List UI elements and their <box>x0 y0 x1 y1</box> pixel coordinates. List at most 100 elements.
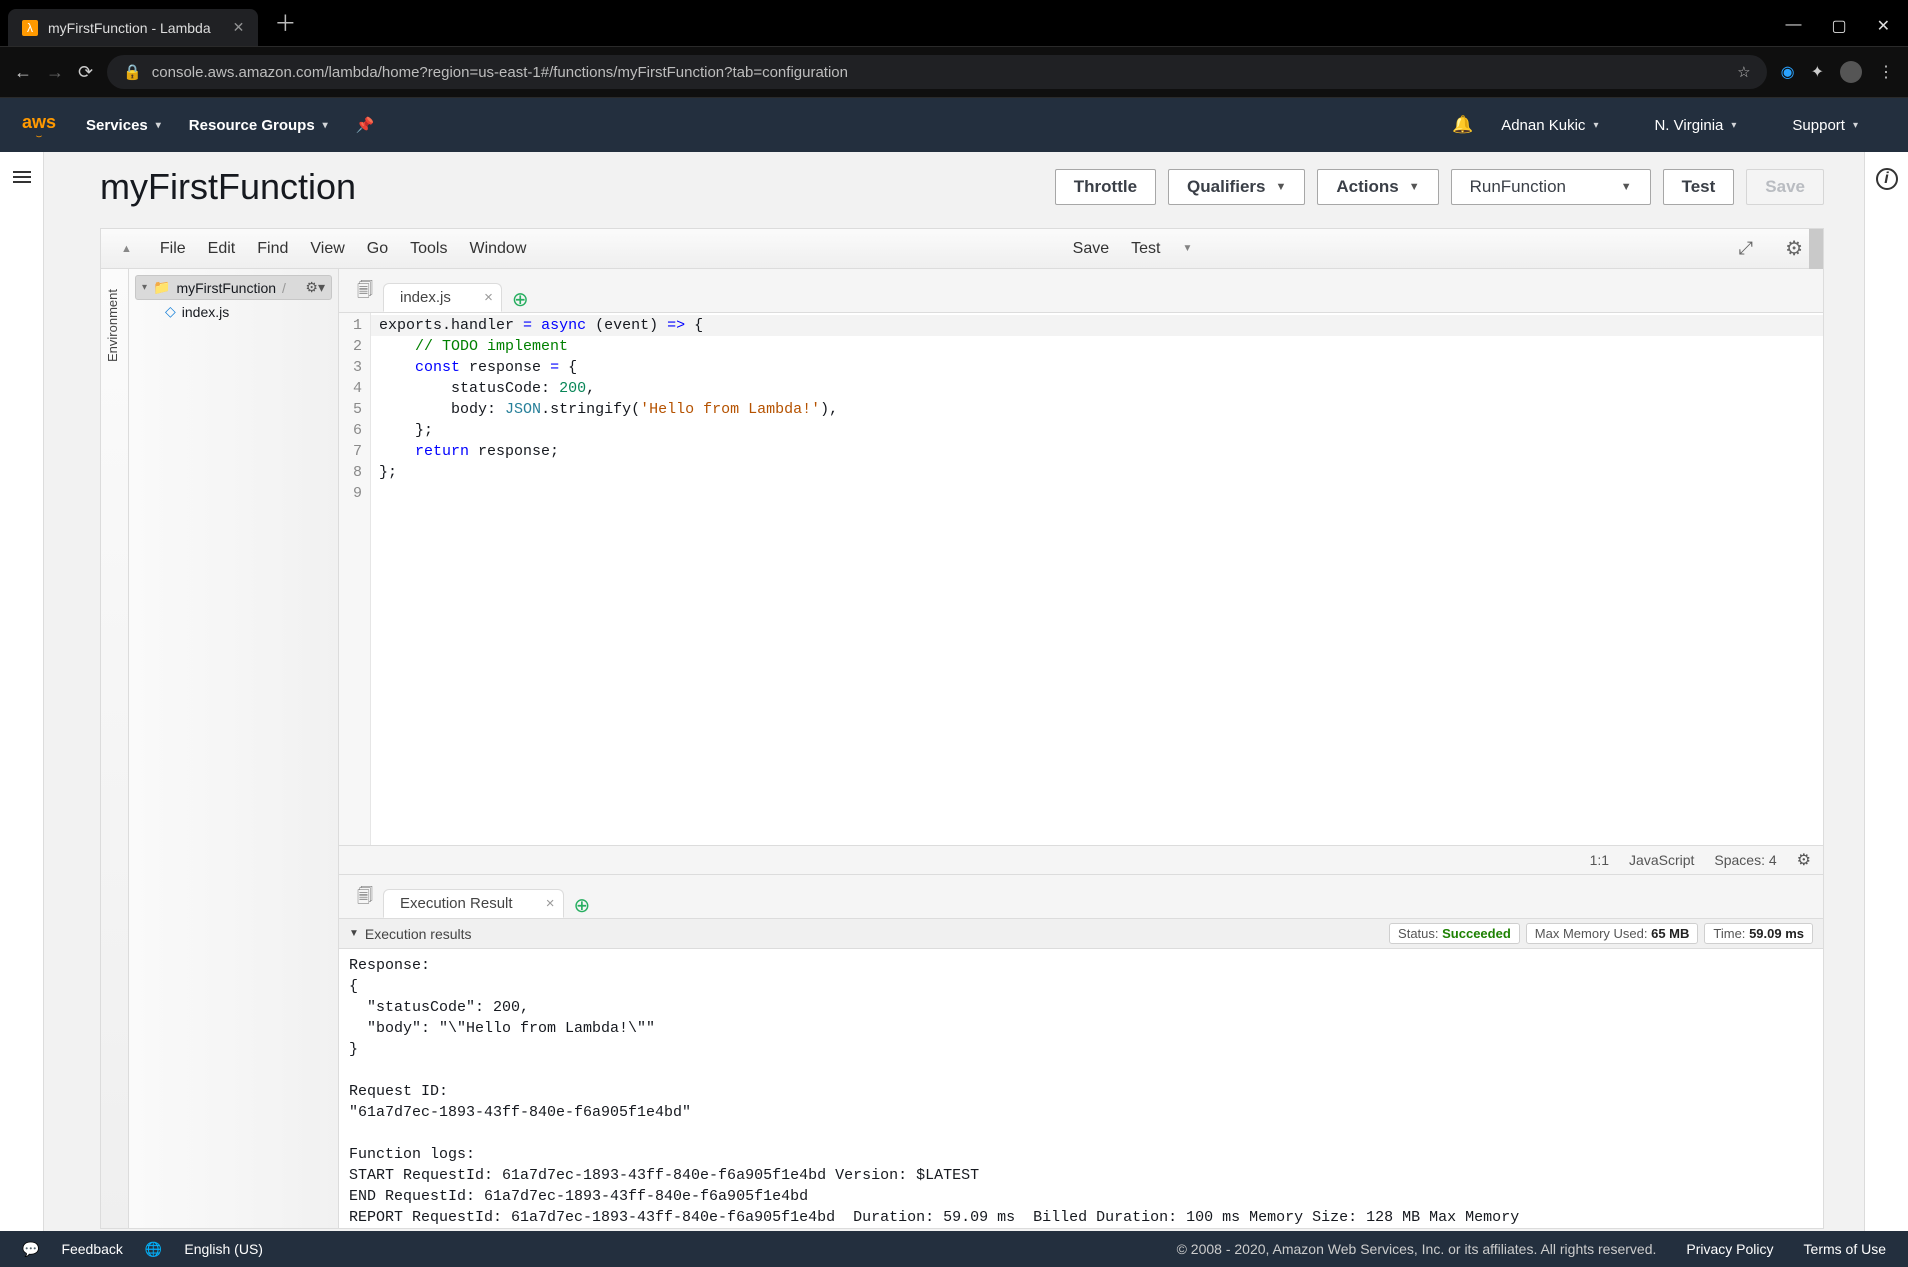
editor-column: 🗐 index.js × ⊕ 1 2 3 4 5 <box>339 269 1823 1228</box>
line-number: 4 <box>353 378 362 399</box>
bell-icon[interactable]: 🔔 <box>1452 115 1473 135</box>
services-menu[interactable]: Services ▾ <box>86 117 161 134</box>
address-bar[interactable]: 🔒 console.aws.amazon.com/lambda/home?reg… <box>107 55 1767 89</box>
star-icon[interactable]: ☆ <box>1737 63 1750 81</box>
minimize-icon[interactable]: — <box>1785 16 1801 36</box>
code-text: (event) <box>586 317 667 334</box>
folder-name: myFirstFunction <box>176 280 276 296</box>
chevron-down-icon: ▾ <box>1853 120 1858 131</box>
menu-window[interactable]: Window <box>469 240 526 258</box>
close-icon[interactable]: × <box>546 895 555 912</box>
services-label: Services <box>86 117 148 134</box>
ide-panel: ▲ File Edit Find View Go Tools Window Sa… <box>100 228 1824 1229</box>
menu-go[interactable]: Go <box>367 240 388 258</box>
region-menu[interactable]: N. Virginia ▾ <box>1654 117 1736 134</box>
menu-test[interactable]: Test <box>1131 240 1160 258</box>
line-gutter: 1 2 3 4 5 6 7 8 9 <box>339 313 371 845</box>
pin-icon[interactable]: 📌 <box>356 116 375 134</box>
browser-tab[interactable]: myFirstFunction - Lambda ✕ <box>8 9 258 46</box>
code-text: 'Hello from Lambda!' <box>640 401 820 418</box>
code-editor[interactable]: 1 2 3 4 5 6 7 8 9 exports.handler = asyn… <box>339 313 1823 845</box>
back-icon[interactable]: ← <box>14 62 32 83</box>
tab-list-icon[interactable]: 🗐 <box>347 273 383 312</box>
code-text: JSON <box>505 401 541 418</box>
forward-icon[interactable]: → <box>46 62 64 83</box>
hamburger-icon[interactable] <box>13 168 31 186</box>
chevron-down-icon[interactable]: ▼ <box>349 928 359 939</box>
memory-chip: Max Memory Used: 65 MB <box>1526 923 1699 944</box>
menu-edit[interactable]: Edit <box>208 240 236 258</box>
cursor-position[interactable]: 1:1 <box>1590 852 1609 868</box>
add-tab-icon[interactable]: ⊕ <box>502 287 539 312</box>
page-header: myFirstFunction Throttle Qualifiers▼ Act… <box>100 152 1824 228</box>
feedback-icon[interactable]: 💬 <box>22 1241 39 1258</box>
close-icon[interactable]: ✕ <box>233 19 245 36</box>
throttle-button[interactable]: Throttle <box>1055 169 1156 205</box>
code-text: response <box>460 359 550 376</box>
language-link[interactable]: English (US) <box>184 1241 263 1257</box>
results-panel: 🗐 Execution Result × ⊕ ▼ Execution resul… <box>339 874 1823 1228</box>
gear-icon[interactable]: ⚙ <box>1785 236 1803 261</box>
gear-icon[interactable]: ⚙ <box>1797 850 1811 870</box>
add-tab-icon[interactable]: ⊕ <box>564 893 601 918</box>
code-text: ), <box>820 401 838 418</box>
line-number: 3 <box>353 357 362 378</box>
code-text: const <box>415 359 460 376</box>
file-tree: ▾ 📁 myFirstFunction / ⚙▾ ◇ index.js <box>129 269 339 1228</box>
line-number: 8 <box>353 462 362 483</box>
extensions-puzzle-icon[interactable]: ✦ <box>1811 62 1824 82</box>
gear-icon[interactable]: ⚙▾ <box>305 279 325 296</box>
tree-folder[interactable]: ▾ 📁 myFirstFunction / ⚙▾ <box>135 275 332 300</box>
language-mode[interactable]: JavaScript <box>1629 852 1694 868</box>
code-text: => <box>667 317 685 334</box>
environment-tab[interactable]: Environment <box>101 269 129 1228</box>
status-label: Status: <box>1398 926 1438 941</box>
maximize-icon[interactable]: ▢ <box>1831 16 1846 36</box>
results-body[interactable]: Response: { "statusCode": 200, "body": "… <box>339 949 1823 1228</box>
indent-setting[interactable]: Spaces: 4 <box>1714 852 1776 868</box>
info-icon[interactable]: i <box>1876 168 1898 190</box>
aws-logo[interactable]: aws⌣ <box>22 112 56 139</box>
page-title: myFirstFunction <box>100 166 356 208</box>
browser-tab-title: myFirstFunction - Lambda <box>48 20 211 36</box>
new-tab-button[interactable]: ＋ <box>258 0 312 46</box>
editor-tab[interactable]: index.js × <box>383 283 502 312</box>
qualifiers-button[interactable]: Qualifiers▼ <box>1168 169 1305 205</box>
save-button[interactable]: Save <box>1746 169 1824 205</box>
menu-find[interactable]: Find <box>257 240 288 258</box>
chevron-down-icon[interactable]: ▼ <box>1182 243 1192 254</box>
close-window-icon[interactable]: ✕ <box>1877 16 1890 36</box>
reload-icon[interactable]: ⟳ <box>78 62 93 83</box>
menu-tools[interactable]: Tools <box>410 240 447 258</box>
actions-button[interactable]: Actions▼ <box>1317 169 1438 205</box>
tab-list-icon[interactable]: 🗐 <box>347 879 383 918</box>
collapse-icon[interactable]: ▲ <box>121 243 132 255</box>
tree-file[interactable]: ◇ index.js <box>135 300 332 323</box>
close-icon[interactable]: × <box>484 289 493 306</box>
profile-avatar-icon[interactable] <box>1840 61 1862 83</box>
feedback-link[interactable]: Feedback <box>61 1241 122 1257</box>
menu-icon[interactable]: ⋮ <box>1878 62 1894 82</box>
privacy-link[interactable]: Privacy Policy <box>1686 1241 1773 1257</box>
account-menu[interactable]: Adnan Kukic ▾ <box>1501 117 1598 134</box>
line-number: 1 <box>353 315 362 336</box>
extension-icon[interactable]: ◉ <box>1781 62 1795 82</box>
resource-groups-menu[interactable]: Resource Groups ▾ <box>189 117 328 134</box>
aws-header: aws⌣ Services ▾ Resource Groups ▾ 📌 🔔 Ad… <box>0 98 1908 152</box>
code-text: = <box>550 359 559 376</box>
results-tab-label: Execution Result <box>400 895 513 912</box>
terms-link[interactable]: Terms of Use <box>1804 1241 1886 1257</box>
test-event-select[interactable]: RunFunction▼ <box>1451 169 1651 205</box>
globe-icon[interactable]: 🌐 <box>145 1241 162 1258</box>
region-label: N. Virginia <box>1654 117 1723 134</box>
menu-view[interactable]: View <box>310 240 344 258</box>
results-tab[interactable]: Execution Result × <box>383 889 564 918</box>
menu-file[interactable]: File <box>160 240 186 258</box>
support-menu[interactable]: Support ▾ <box>1792 117 1858 134</box>
test-button[interactable]: Test <box>1663 169 1735 205</box>
code-text: body: <box>451 401 505 418</box>
right-info-rail: i <box>1864 152 1908 1239</box>
fullscreen-icon[interactable]: ⤢ <box>1739 238 1751 259</box>
menu-save[interactable]: Save <box>1073 240 1109 258</box>
code-text: { <box>685 317 703 334</box>
